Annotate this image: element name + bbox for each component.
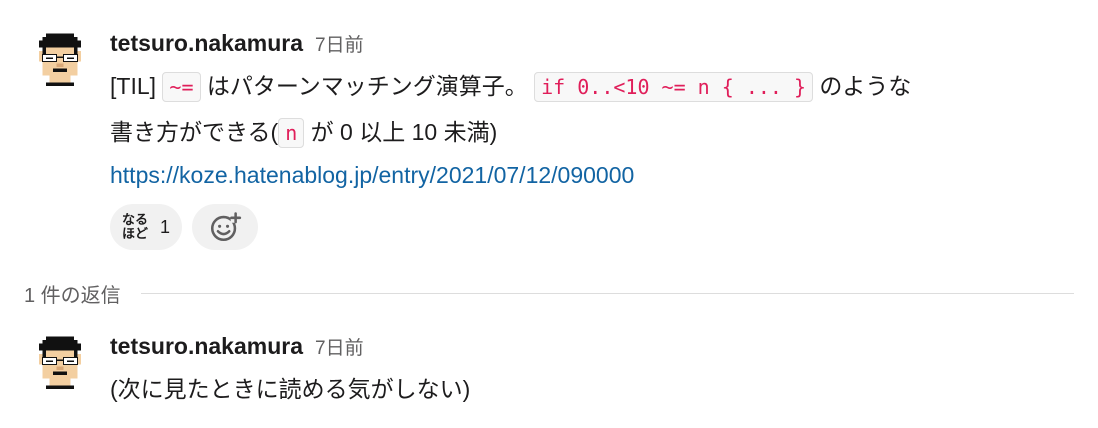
naruhodo-emoji: なる ほど [122, 213, 154, 241]
emoji-text-top: なる [122, 212, 149, 227]
reaction-naruhodo[interactable]: なる ほど 1 [110, 204, 183, 250]
message-text: (次に見たときに読める気がしない) [110, 376, 471, 402]
author-name[interactable]: tetsuro.nakamura [110, 333, 303, 360]
text-prefix: [TIL] [110, 73, 163, 99]
add-emoji-icon [210, 212, 242, 242]
inline-code: if 0..<10 ~= n { ... } [534, 72, 814, 102]
reaction-count: 1 [160, 216, 171, 237]
message-header: tetsuro.nakamura 7日前 [110, 333, 1078, 367]
add-reaction-button[interactable] [192, 204, 259, 250]
text-line1-end: のような [813, 73, 912, 99]
emoji-text-bottom: ほど [122, 226, 149, 241]
text-end: が 0 以上 10 未満) [304, 119, 498, 145]
inline-code: ~= [162, 72, 201, 102]
avatar[interactable] [32, 30, 88, 86]
message-text: [TIL] ~= はパターンマッチング演算子。 if 0..<10 ~= n {… [110, 64, 1078, 156]
text-line2-start: 書き方ができる( [110, 119, 279, 145]
timestamp[interactable]: 7日前 [315, 333, 364, 360]
replies-divider: 1 件の返信 [24, 278, 1074, 308]
timestamp[interactable]: 7日前 [315, 30, 364, 57]
message-link[interactable]: https://koze.hatenablog.jp/entry/2021/07… [110, 156, 634, 194]
author-name[interactable]: tetsuro.nakamura [110, 30, 303, 57]
inline-code: n [278, 118, 305, 148]
divider-line [140, 292, 1074, 294]
reactions-bar: なる ほど 1 [110, 204, 1078, 250]
message-header: tetsuro.nakamura 7日前 [110, 30, 1078, 64]
avatar[interactable] [32, 333, 88, 389]
text-middle: はパターンマッチング演算子。 [200, 73, 528, 99]
replies-count-label: 1 件の返信 [24, 284, 121, 307]
